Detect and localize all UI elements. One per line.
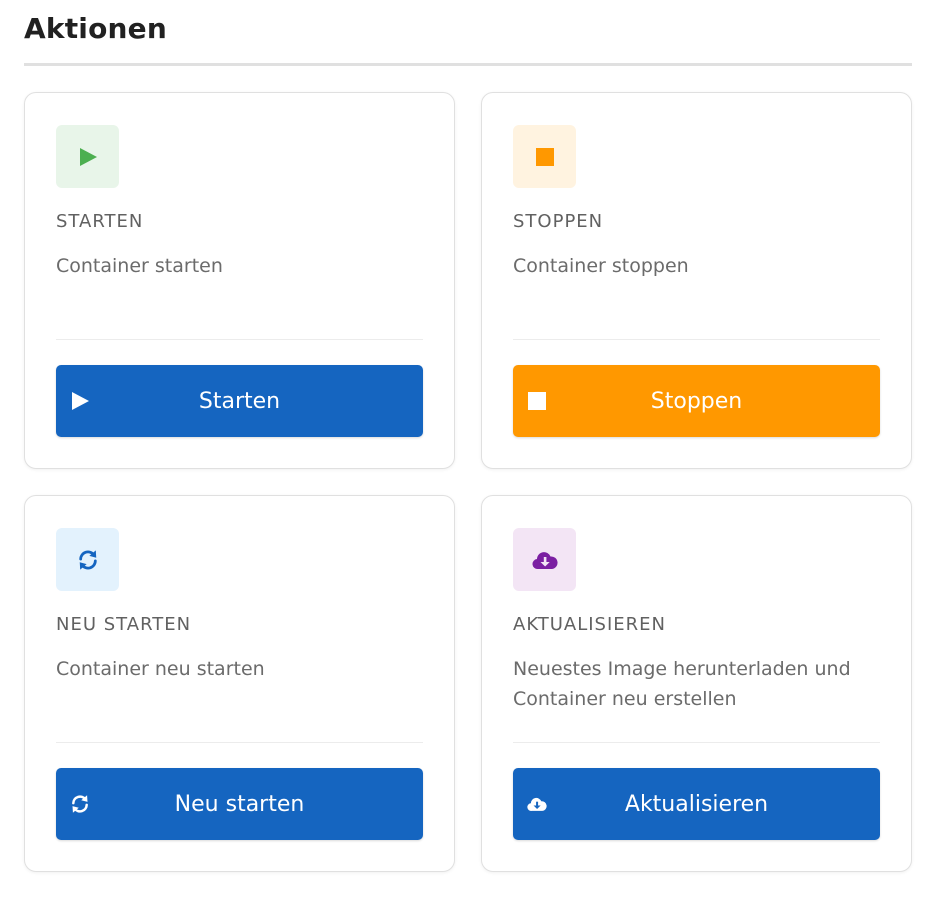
card-start: STARTEN Container starten Starten — [24, 92, 455, 469]
card-divider — [513, 339, 880, 340]
section-title: Aktionen — [24, 12, 167, 45]
update-button-label: Aktualisieren — [624, 791, 769, 817]
card-description: Container starten — [56, 255, 223, 277]
play-icon — [70, 391, 90, 411]
card-divider — [56, 742, 423, 743]
card-stop: STOPPEN Container stoppen Stoppen — [481, 92, 912, 469]
card-title: STOPPEN — [513, 211, 604, 232]
update-button[interactable]: Aktualisieren — [513, 768, 880, 840]
refresh-icon — [70, 794, 90, 814]
refresh-icon — [78, 549, 97, 570]
card-divider — [513, 742, 880, 743]
card-title: AKTUALISIEREN — [513, 614, 666, 635]
stop-icon — [527, 391, 547, 411]
card-divider — [56, 339, 423, 340]
section-divider — [24, 63, 912, 66]
card-description: Neuestes Image herunterladen und Contain… — [513, 658, 851, 710]
card-title: STARTEN — [56, 211, 144, 232]
card-description: Container stoppen — [513, 255, 689, 277]
restart-icon-box — [56, 528, 119, 591]
start-button-label: Starten — [198, 388, 281, 414]
restart-button-label: Neu starten — [174, 791, 305, 817]
update-icon-box — [513, 528, 576, 591]
card-restart: NEU STARTEN Container neu starten Neu st… — [24, 495, 455, 872]
start-button[interactable]: Starten — [56, 365, 423, 437]
start-icon-box — [56, 125, 119, 188]
stop-button-label: Stoppen — [650, 388, 743, 414]
stop-button[interactable]: Stoppen — [513, 365, 880, 437]
card-description: Container neu starten — [56, 658, 265, 680]
restart-button[interactable]: Neu starten — [56, 768, 423, 840]
cloud-download-icon — [531, 551, 558, 569]
stop-icon — [535, 147, 554, 166]
card-title: NEU STARTEN — [56, 614, 192, 635]
stop-icon-box — [513, 125, 576, 188]
cloud-download-icon — [527, 794, 547, 814]
play-icon — [79, 147, 97, 166]
card-update: AKTUALISIEREN Neuestes Image herunterlad… — [481, 495, 912, 872]
